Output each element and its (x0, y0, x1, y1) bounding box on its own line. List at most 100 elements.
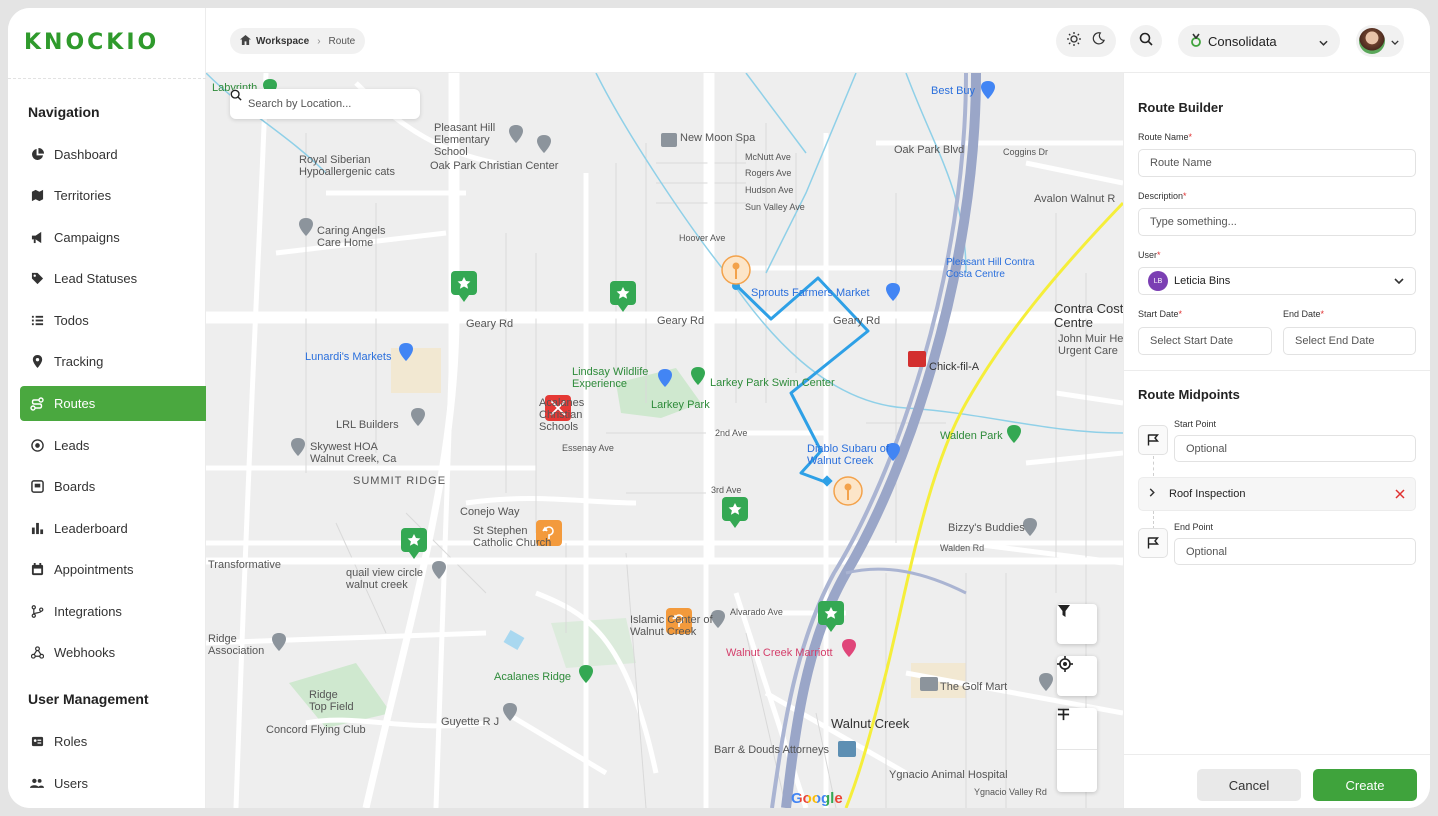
bar-chart-icon (30, 522, 44, 536)
start-point-input[interactable]: Optional (1174, 435, 1416, 462)
home-icon[interactable] (240, 34, 251, 48)
sidebar-item-users[interactable]: Users (20, 766, 206, 801)
connector-line (1153, 511, 1154, 529)
map-view[interactable]: Labyrinth Pleasant Hill Elementary Schoo… (206, 73, 1123, 808)
map-label: Best Buy (931, 85, 976, 97)
map-label: Ridge Association (208, 633, 265, 657)
map-label: Larkey Park Swim Center (710, 377, 835, 389)
org-name: Consolidata (1208, 33, 1277, 49)
sidebar-item-roles[interactable]: Roles (20, 724, 206, 759)
map-icon (30, 189, 44, 203)
orange-waypoint-pin[interactable] (721, 255, 751, 285)
map-label: Pleasant Hill Elementary School (434, 122, 496, 158)
location-search[interactable]: Search by Location... (230, 89, 420, 119)
zoom-divider (1057, 749, 1097, 751)
map-label: Oak Park Blvd (894, 144, 965, 156)
zoom-controls (1057, 708, 1097, 792)
map-label: Sun Valley Ave (745, 202, 805, 212)
sidebar-item-integrations[interactable]: Integrations (20, 594, 206, 629)
connector-line (1153, 456, 1154, 476)
sidebar-item-label: Routes (54, 396, 96, 411)
end-point-input[interactable]: Optional (1174, 538, 1416, 565)
app-frame: KNOCKIO Navigation Dashboard Territories… (8, 8, 1430, 808)
map-label: Ridge Top Field (309, 689, 354, 713)
target-icon (30, 439, 44, 453)
theme-toggle[interactable] (1056, 25, 1116, 57)
sidebar-item-campaigns[interactable]: Campaigns (20, 220, 206, 255)
map-label: Geary Rd (657, 315, 705, 327)
end-date-label: End Date* (1283, 309, 1324, 319)
end-date-input[interactable]: Select End Date (1283, 327, 1416, 355)
description-input[interactable]: Type something... (1138, 208, 1416, 236)
sidebar-item-territories[interactable]: Territories (20, 178, 206, 213)
map-label: Ygnacio Animal Hospital (889, 769, 1008, 781)
sidebar-item-lead-statuses[interactable]: Lead Statuses (20, 261, 206, 296)
user-select[interactable]: LB Leticia Bins (1138, 267, 1416, 295)
user-menu[interactable] (1356, 25, 1404, 57)
locate-button[interactable] (1057, 656, 1097, 696)
sidebar-item-leads[interactable]: Leads (20, 428, 206, 463)
orange-waypoint-pin[interactable] (833, 476, 863, 506)
sidebar-item-dashboard[interactable]: Dashboard (20, 137, 206, 172)
map-label: New Moon Spa (680, 132, 756, 144)
start-point-label: Start Point (1174, 419, 1217, 429)
map-label: Concord Flying Club (266, 724, 366, 736)
id-card-icon (30, 735, 44, 749)
avatar (1359, 28, 1385, 54)
sidebar-item-boards[interactable]: Boards (20, 469, 206, 504)
calendar-icon (30, 563, 44, 577)
logo[interactable]: KNOCKIO (24, 30, 159, 55)
route-midpoints-title: Route Midpoints (1138, 387, 1240, 402)
sidebar-item-label: Lead Statuses (54, 271, 138, 286)
map-label: Essenay Ave (562, 443, 614, 453)
filter-button[interactable] (1057, 604, 1097, 644)
search-button[interactable] (1130, 25, 1162, 57)
sidebar-item-label: Integrations (54, 604, 122, 619)
user-name: Leticia Bins (1174, 275, 1231, 287)
route-icon (30, 396, 44, 411)
chevron-right-icon[interactable] (1149, 488, 1155, 500)
nav-section-title: Navigation (28, 104, 100, 120)
map-label: SUMMIT RIDGE (353, 475, 447, 487)
sidebar-item-label: Dashboard (54, 147, 118, 162)
list-icon (30, 314, 44, 328)
create-button[interactable]: Create (1313, 769, 1417, 801)
map-label: Sprouts Farmers Market (751, 287, 870, 299)
map-label: Larkey Park (651, 399, 710, 411)
midpoint-item[interactable]: Roof Inspection (1138, 477, 1416, 511)
map-label: Islamic Center of Walnut Creek (630, 614, 713, 638)
route-name-input[interactable]: Route Name (1138, 149, 1416, 177)
map-label: Barr & Douds Attorneys (714, 744, 829, 756)
sidebar-item-webhooks[interactable]: Webhooks (20, 635, 206, 670)
sun-icon[interactable] (1067, 31, 1082, 51)
user-label: User* (1138, 250, 1161, 260)
breadcrumb-route: Route (328, 35, 356, 47)
map-label: Lunardi's Markets (305, 351, 392, 363)
start-date-input[interactable]: Select Start Date (1138, 327, 1272, 355)
google-logo: Google (791, 790, 843, 807)
breadcrumb-workspace[interactable]: Workspace (256, 36, 309, 47)
required-mark: * (1178, 309, 1183, 319)
sidebar-item-label: Users (54, 776, 88, 791)
sidebar-item-routes[interactable]: Routes (20, 386, 206, 421)
sidebar-item-appointments[interactable]: Appointments (20, 552, 206, 587)
search-input-placeholder[interactable]: Search by Location... (248, 98, 351, 110)
search-icon (1139, 32, 1153, 51)
pin-icon (30, 355, 44, 369)
organization-selector[interactable]: Consolidata (1178, 25, 1340, 57)
sidebar-item-leaderboard[interactable]: Leaderboard (20, 511, 206, 546)
chevron-right-icon: › (317, 35, 321, 47)
map-label: Bizzy's Buddies (948, 522, 1025, 534)
map-label: Acalanes Christian Schools (539, 397, 585, 433)
map-label: Guyette R J (441, 716, 500, 728)
megaphone-icon (30, 231, 44, 245)
panel-footer: Cancel Create (1124, 754, 1430, 808)
sidebar-item-todos[interactable]: Todos (20, 303, 206, 338)
label-text: Route Name (1138, 132, 1189, 142)
cancel-button[interactable]: Cancel (1197, 769, 1301, 801)
moon-icon[interactable] (1092, 32, 1105, 50)
sidebar-item-tracking[interactable]: Tracking (20, 344, 206, 379)
sidebar-item-label: Boards (54, 479, 96, 494)
map-label: Caring Angels Care Home (317, 225, 386, 249)
remove-midpoint-icon[interactable] (1395, 487, 1405, 502)
